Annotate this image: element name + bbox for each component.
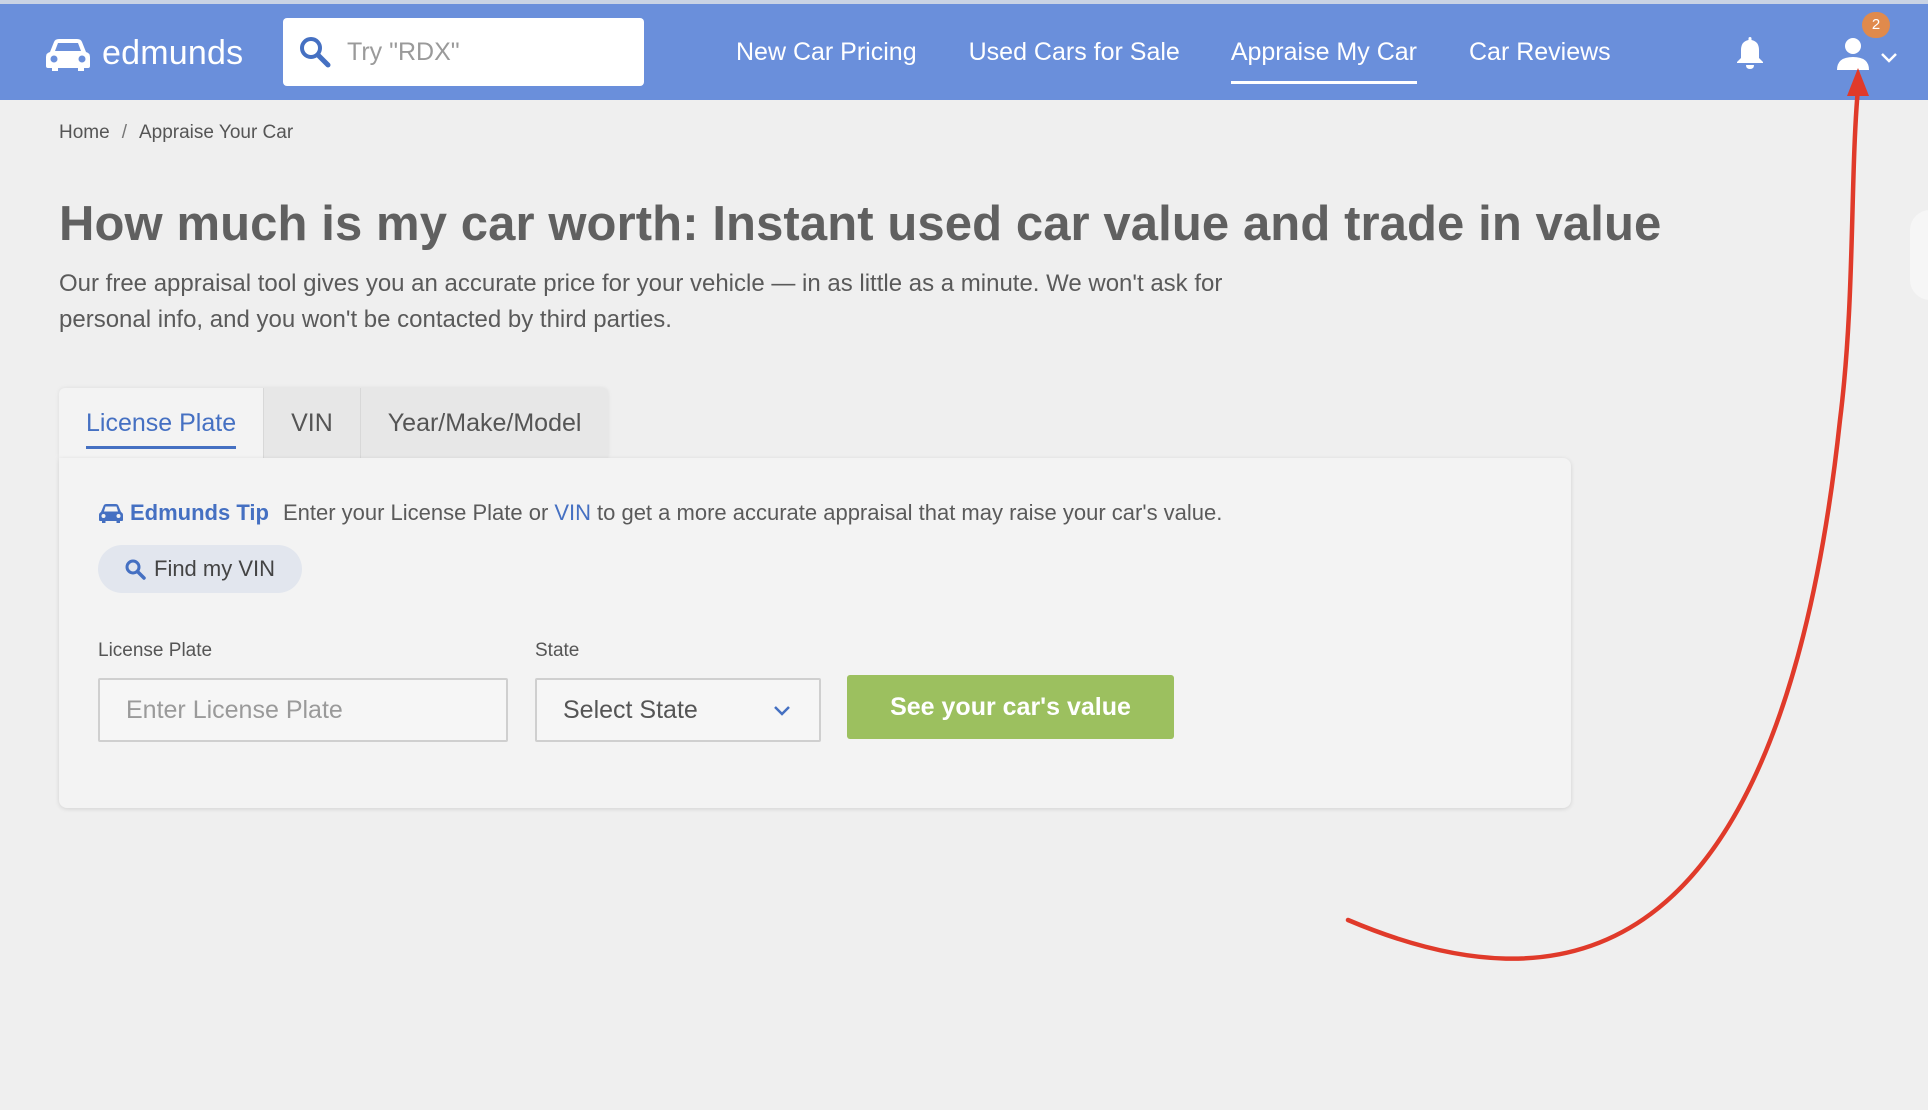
see-car-value-button[interactable]: See your car's value — [847, 675, 1174, 739]
main-nav: New Car Pricing Used Cars for Sale Appra… — [736, 38, 1611, 84]
tip-vin-link[interactable]: VIN — [554, 500, 591, 526]
license-plate-label: License Plate — [98, 640, 213, 661]
tab-vin-label: VIN — [291, 408, 333, 437]
breadcrumb-current: Appraise Your Car — [138, 122, 294, 143]
search-icon — [125, 559, 146, 580]
appraisal-tabs: License Plate VIN Year/Make/Model — [59, 388, 609, 458]
edmunds-tip: Edmunds Tip Enter your License Plate or … — [98, 500, 1222, 526]
edmunds-logo[interactable]: edmunds — [44, 34, 243, 73]
tip-text-after: to get a more accurate appraisal that ma… — [597, 500, 1223, 525]
tip-text-before: Enter your License Plate or — [282, 500, 549, 525]
car-icon — [46, 38, 90, 71]
tip-label: Edmunds Tip — [130, 500, 269, 525]
tab-year-make-model[interactable]: Year/Make/Model — [361, 388, 609, 458]
tab-vin[interactable]: VIN — [264, 388, 361, 458]
breadcrumb-separator: / — [121, 122, 127, 143]
page-title: How much is my car worth: Instant used c… — [59, 197, 1662, 251]
state-select-value: Select State — [563, 695, 698, 724]
tab-license-plate-label: License Plate — [86, 409, 237, 449]
page-description: Our free appraisal tool gives you an acc… — [59, 270, 1223, 333]
find-my-vin-label: Find my VIN — [154, 556, 276, 581]
logo-text: edmunds — [102, 34, 244, 72]
nav-car-reviews[interactable]: Car Reviews — [1469, 38, 1611, 84]
breadcrumb-home[interactable]: Home — [59, 122, 110, 144]
nav-appraise-my-car[interactable]: Appraise My Car — [1230, 38, 1418, 84]
site-header: edmunds New Car Pricing Used Cars for Sa… — [0, 4, 1928, 100]
appraisal-card: Edmunds Tip Enter your License Plate or … — [59, 458, 1571, 808]
chevron-down-icon[interactable] — [1880, 51, 1898, 65]
license-plate-input[interactable] — [98, 678, 508, 742]
car-icon — [99, 504, 123, 523]
search-icon — [300, 37, 331, 68]
notification-badge: 2 — [1862, 12, 1890, 38]
state-select[interactable]: Select State — [535, 678, 821, 742]
chevron-down-icon — [774, 706, 790, 716]
user-icon[interactable] — [1834, 36, 1872, 72]
search-box[interactable] — [283, 18, 644, 86]
state-label: State — [535, 640, 580, 661]
side-widget-tab[interactable] — [1910, 210, 1928, 300]
find-my-vin-button[interactable]: Find my VIN — [98, 545, 302, 593]
bell-icon[interactable] — [1732, 34, 1768, 70]
tab-license-plate[interactable]: License Plate — [59, 388, 265, 458]
nav-used-cars-for-sale[interactable]: Used Cars for Sale — [969, 38, 1180, 84]
page: edmunds New Car Pricing Used Cars for Sa… — [0, 0, 1928, 1110]
tab-year-make-model-label: Year/Make/Model — [387, 408, 582, 437]
search-input[interactable] — [347, 37, 627, 67]
breadcrumb: Home / Appraise Your Car — [59, 122, 293, 144]
nav-new-car-pricing[interactable]: New Car Pricing — [736, 38, 917, 84]
